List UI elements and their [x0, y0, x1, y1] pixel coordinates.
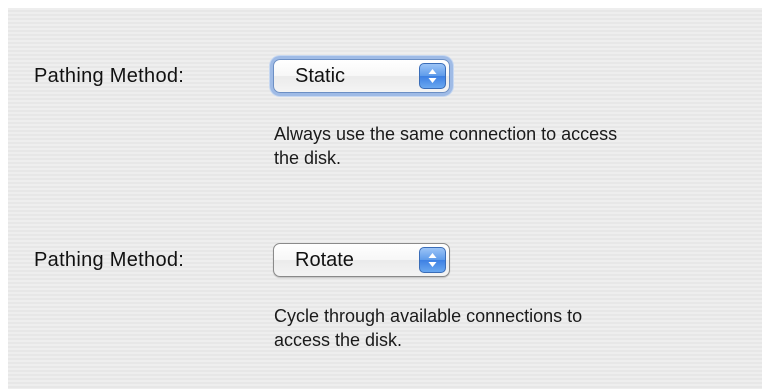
popup-selected-value: Static [295, 65, 346, 87]
description-line: Always use the same connection to access [274, 124, 618, 144]
pathing-method-label-2: Pathing Method: [34, 249, 185, 271]
pathing-method-description-2: Cycle through available connections to a… [274, 304, 754, 352]
popup-selected-value: Rotate [295, 249, 354, 271]
pathing-method-description-1: Always use the same connection to access… [274, 122, 754, 170]
description-line: access the disk. [274, 330, 403, 350]
settings-panel: Pathing Method: Static Always use the sa… [8, 8, 762, 389]
description-line: Cycle through available connections to [274, 306, 583, 326]
description-line: the disk. [274, 148, 342, 168]
up-down-arrows-icon [419, 63, 446, 89]
pathing-method-popup-static[interactable]: Static [273, 59, 450, 93]
pathing-method-label-1: Pathing Method: [34, 65, 185, 87]
up-down-arrows-icon [419, 247, 446, 273]
pathing-method-popup-rotate[interactable]: Rotate [273, 243, 450, 277]
